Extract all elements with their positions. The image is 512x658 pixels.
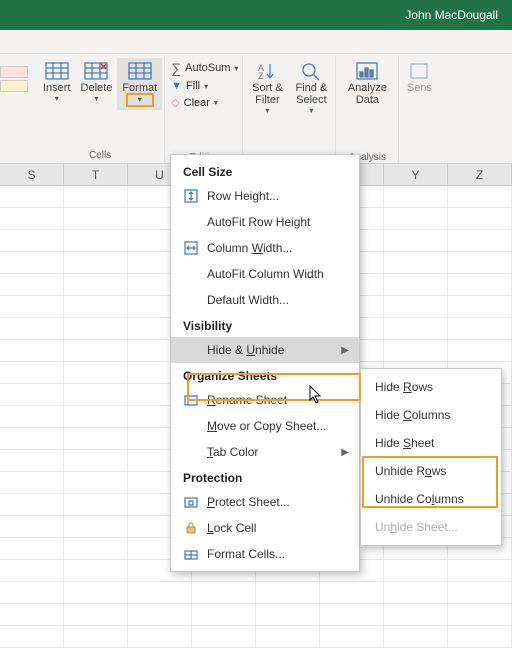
sensitivity-button[interactable]: Sens — [401, 58, 437, 97]
eraser-icon: ◇ — [171, 96, 179, 109]
menu-header-organize: Organize Sheets — [171, 363, 359, 387]
lock-icon — [183, 520, 199, 536]
menu-header-cell-size: Cell Size — [171, 159, 359, 183]
format-cells-icon — [183, 546, 199, 562]
chevron-down-icon: ▾ — [126, 93, 154, 107]
menu-header-protection: Protection — [171, 465, 359, 489]
menu-lock-cell[interactable]: Lock Cell — [171, 515, 359, 541]
insert-icon — [44, 61, 70, 81]
column-width-icon — [183, 240, 199, 256]
submenu-unhide-columns[interactable]: Unhide Columns — [361, 485, 501, 513]
menu-row-height[interactable]: Row Height... — [171, 183, 359, 209]
chevron-down-icon: ▾ — [265, 106, 269, 115]
column-header[interactable]: Y — [384, 164, 448, 185]
menu-hide-unhide[interactable]: Hide & Unhide ▶ — [171, 337, 359, 363]
menu-autofit-row[interactable]: AutoFit Row Height — [171, 209, 359, 235]
insert-button[interactable]: Insert ▾ — [38, 58, 76, 110]
find-select-button[interactable]: Find & Select ▾ — [289, 58, 333, 163]
title-bar: John MacDougall — [0, 0, 512, 30]
menu-protect-sheet[interactable]: Protect Sheet... — [171, 489, 359, 515]
ribbon: Insert ▾ Delete ▾ Format ▾ Cells ∑ — [0, 54, 512, 164]
format-dropdown: Cell Size Row Height... AutoFit Row Heig… — [170, 154, 360, 572]
row-height-icon — [183, 188, 199, 204]
ribbon-tabs — [0, 30, 512, 54]
clear-button[interactable]: ◇ Clear ▾ — [171, 94, 238, 111]
chevron-right-icon: ▶ — [341, 345, 349, 356]
format-button[interactable]: Format ▾ — [117, 58, 162, 110]
chevron-down-icon: ▾ — [204, 82, 208, 91]
editing-group: ∑ AutoSum ▾ ▼ Fill ▾ ◇ Clear ▾ Editing — [165, 56, 243, 163]
sort-icon: AZ — [254, 61, 280, 81]
column-header[interactable]: T — [64, 164, 128, 185]
sort-filter-button[interactable]: AZ Sort & Filter ▾ — [245, 58, 289, 163]
submenu-hide-sheet[interactable]: Hide Sheet — [361, 429, 501, 457]
analyze-icon — [354, 61, 380, 81]
menu-tab-color[interactable]: Tab Color ▶ — [171, 439, 359, 465]
format-icon — [127, 61, 153, 81]
menu-default-width[interactable]: Default Width... — [171, 287, 359, 313]
menu-move-copy[interactable]: Move or Copy Sheet... — [171, 413, 359, 439]
sort-find-group: AZ Sort & Filter ▾ Find & Select ▾ — [243, 56, 336, 163]
svg-text:Z: Z — [258, 71, 264, 81]
menu-rename-sheet[interactable]: Rename Sheet — [171, 387, 359, 413]
submenu-hide-columns[interactable]: Hide Columns — [361, 401, 501, 429]
sigma-icon: ∑ — [171, 60, 181, 76]
menu-column-width[interactable]: Column Width... — [171, 235, 359, 261]
user-name: John MacDougall — [405, 8, 498, 22]
fill-icon: ▼ — [171, 80, 182, 92]
chevron-down-icon: ▾ — [234, 64, 238, 73]
submenu-hide-rows[interactable]: Hide Rows — [361, 373, 501, 401]
menu-format-cells[interactable]: Format Cells... — [171, 541, 359, 567]
column-header[interactable]: S — [0, 164, 64, 185]
autosum-button[interactable]: ∑ AutoSum ▾ — [171, 58, 238, 78]
group-label-cells: Cells — [38, 150, 162, 161]
analyze-data-button[interactable]: Analyze Data — [340, 58, 394, 109]
search-icon — [298, 61, 324, 81]
chevron-down-icon: ▾ — [55, 94, 59, 103]
rename-icon — [183, 392, 199, 408]
submenu-unhide-rows[interactable]: Unhide Rows — [361, 457, 501, 485]
color-swatch-pink[interactable] — [0, 66, 28, 78]
delete-button[interactable]: Delete ▾ — [76, 58, 118, 110]
chevron-right-icon: ▶ — [341, 447, 349, 458]
submenu-unhide-sheet: Unhide Sheet... — [361, 513, 501, 541]
analysis-group: Analyze Data Analysis — [336, 56, 399, 163]
menu-autofit-column[interactable]: AutoFit Column Width — [171, 261, 359, 287]
sensitivity-icon — [406, 61, 432, 81]
protect-icon — [183, 494, 199, 510]
color-swatch-yellow[interactable] — [0, 80, 28, 92]
delete-icon — [83, 61, 109, 81]
chevron-down-icon: ▾ — [94, 94, 98, 103]
hide-unhide-submenu: Hide Rows Hide Columns Hide Sheet Unhide… — [360, 368, 502, 546]
cells-group: Insert ▾ Delete ▾ Format ▾ Cells — [36, 56, 165, 163]
column-header[interactable]: Z — [448, 164, 512, 185]
menu-header-visibility: Visibility — [171, 313, 359, 337]
sensitivity-group: Sens — [399, 56, 439, 97]
fill-button[interactable]: ▼ Fill ▾ — [171, 78, 238, 94]
chevron-down-icon: ▾ — [214, 98, 218, 107]
chevron-down-icon: ▾ — [309, 106, 313, 115]
font-color-swatches — [0, 56, 32, 92]
